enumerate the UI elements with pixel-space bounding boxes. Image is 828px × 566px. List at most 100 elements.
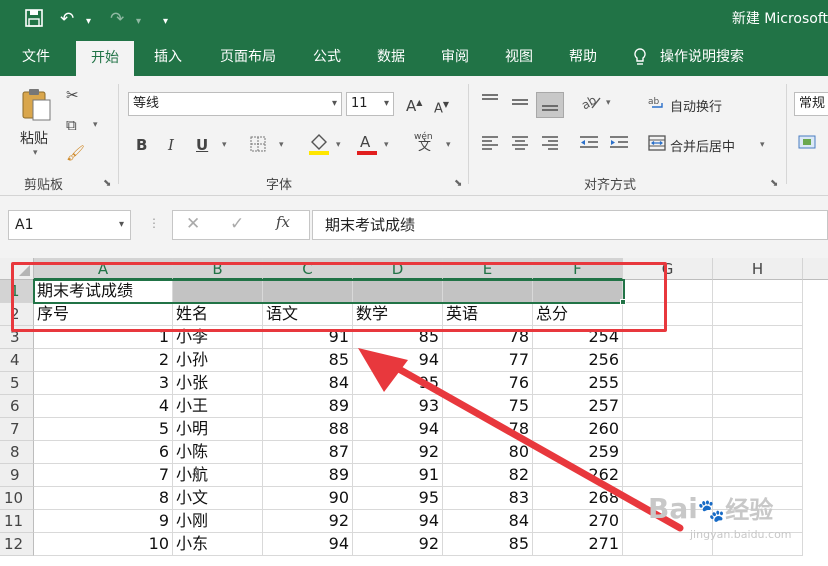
row-header[interactable]: 8	[0, 441, 34, 464]
row-header[interactable]: 7	[0, 418, 34, 441]
tab-formulas[interactable]: 公式	[300, 38, 354, 76]
enter-icon[interactable]: ✓	[230, 214, 244, 234]
row-header[interactable]: 4	[0, 349, 34, 372]
phonetic-dropdown-icon[interactable]: ▾	[446, 140, 451, 150]
tab-help[interactable]: 帮助	[556, 38, 610, 76]
tab-data[interactable]: 数据	[364, 38, 418, 76]
empty-cell[interactable]	[713, 441, 803, 464]
font-color-icon[interactable]: A	[356, 132, 378, 160]
borders-dropdown-icon[interactable]: ▾	[279, 140, 284, 150]
data-cell[interactable]: 92	[353, 533, 443, 556]
tab-view[interactable]: 视图	[492, 38, 546, 76]
data-cell[interactable]: 小东	[173, 533, 263, 556]
data-cell[interactable]: 85	[263, 349, 353, 372]
data-cell[interactable]: 8	[34, 487, 173, 510]
redo-dropdown-icon[interactable]: ▾	[136, 11, 141, 33]
data-cell[interactable]: 87	[263, 441, 353, 464]
data-cell[interactable]: 94	[263, 533, 353, 556]
font-color-dropdown-icon[interactable]: ▾	[384, 140, 389, 150]
empty-cell[interactable]	[713, 303, 803, 326]
data-cell[interactable]: 3	[34, 372, 173, 395]
decrease-indent-icon[interactable]	[578, 134, 600, 156]
data-cell[interactable]: 小文	[173, 487, 263, 510]
row-header[interactable]: 5	[0, 372, 34, 395]
merge-center-button[interactable]: 合并后居中	[670, 136, 735, 155]
font-size-select[interactable]: 11 ▾	[346, 92, 394, 116]
data-cell[interactable]: 小张	[173, 372, 263, 395]
wrap-text-icon[interactable]: ab	[648, 94, 666, 116]
data-cell[interactable]: 88	[263, 418, 353, 441]
align-left-icon[interactable]	[480, 134, 500, 156]
data-cell[interactable]: 小明	[173, 418, 263, 441]
formula-input[interactable]: 期末考试成绩	[312, 210, 828, 240]
data-cell[interactable]: 小刚	[173, 510, 263, 533]
data-cell[interactable]: 10	[34, 533, 173, 556]
row-header[interactable]: 11	[0, 510, 34, 533]
align-center-icon[interactable]	[510, 134, 530, 156]
data-cell[interactable]: 85	[443, 533, 533, 556]
orientation-icon[interactable]: ab	[579, 92, 602, 116]
tab-insert[interactable]: 插入	[140, 38, 196, 76]
insert-function-icon[interactable]: fx	[276, 213, 290, 231]
row-header[interactable]: 6	[0, 395, 34, 418]
data-cell[interactable]: 271	[533, 533, 623, 556]
empty-cell[interactable]	[713, 464, 803, 487]
data-cell[interactable]: 7	[34, 464, 173, 487]
customize-icon[interactable]: ▾	[163, 11, 168, 33]
empty-cell[interactable]	[713, 326, 803, 349]
data-cell[interactable]: 2	[34, 349, 173, 372]
undo-dropdown-icon[interactable]: ▾	[86, 11, 91, 33]
fill-color-icon[interactable]	[308, 132, 330, 160]
bold-button[interactable]: B	[136, 136, 147, 154]
row-header[interactable]: 10	[0, 487, 34, 510]
clipboard-launcher-icon[interactable]: ⬊	[103, 178, 111, 189]
data-cell[interactable]: 84	[263, 372, 353, 395]
tab-review[interactable]: 审阅	[428, 38, 482, 76]
copy-icon[interactable]: ⧉	[66, 116, 77, 134]
data-cell[interactable]: 小陈	[173, 441, 263, 464]
italic-button[interactable]: I	[168, 136, 174, 154]
align-middle-icon[interactable]	[510, 94, 530, 114]
orientation-dropdown-icon[interactable]: ▾	[606, 98, 611, 108]
data-cell[interactable]: 89	[263, 464, 353, 487]
underline-button[interactable]: U	[196, 136, 208, 154]
merge-center-icon[interactable]	[648, 134, 666, 156]
align-top-icon[interactable]	[480, 92, 500, 112]
data-cell[interactable]: 小王	[173, 395, 263, 418]
accounting-format-icon[interactable]	[798, 134, 818, 156]
number-format-select[interactable]: 常规	[794, 92, 828, 116]
phonetic-icon[interactable]: wén 文	[414, 132, 433, 153]
decrease-font-icon[interactable]: A▼	[434, 96, 449, 118]
paste-icon[interactable]	[20, 86, 54, 126]
cut-icon[interactable]: ✂	[66, 86, 79, 104]
data-cell[interactable]: 92	[263, 510, 353, 533]
row-header[interactable]: 12	[0, 533, 34, 556]
cancel-icon[interactable]: ✕	[186, 214, 200, 234]
increase-font-icon[interactable]: A▲	[406, 94, 422, 115]
tab-page-layout[interactable]: 页面布局	[206, 38, 290, 76]
empty-cell[interactable]	[713, 349, 803, 372]
font-launcher-icon[interactable]: ⬊	[454, 178, 462, 189]
alignment-launcher-icon[interactable]: ⬊	[770, 178, 778, 189]
tell-me-search[interactable]: 操作说明搜索	[660, 38, 764, 76]
data-cell[interactable]: 6	[34, 441, 173, 464]
empty-cell[interactable]	[713, 418, 803, 441]
increase-indent-icon[interactable]	[608, 134, 630, 156]
column-header-i[interactable]	[803, 258, 828, 280]
format-painter-icon[interactable]: 🖌	[66, 144, 85, 162]
cell-h1[interactable]	[713, 280, 803, 303]
empty-cell[interactable]	[713, 372, 803, 395]
data-cell[interactable]: 小孙	[173, 349, 263, 372]
underline-dropdown-icon[interactable]: ▾	[222, 140, 227, 150]
data-cell[interactable]: 90	[263, 487, 353, 510]
row-header[interactable]: 9	[0, 464, 34, 487]
font-name-select[interactable]: 等线 ▾	[128, 92, 342, 116]
tab-file[interactable]: 文件	[8, 38, 64, 76]
align-bottom-button[interactable]	[536, 92, 564, 118]
undo-icon[interactable]: ↶	[60, 8, 74, 30]
paste-dropdown-icon[interactable]: ▾	[33, 148, 38, 158]
paste-label[interactable]: 粘贴	[20, 128, 48, 148]
redo-icon[interactable]: ↷	[110, 8, 124, 30]
data-cell[interactable]: 5	[34, 418, 173, 441]
borders-icon[interactable]	[250, 136, 266, 156]
